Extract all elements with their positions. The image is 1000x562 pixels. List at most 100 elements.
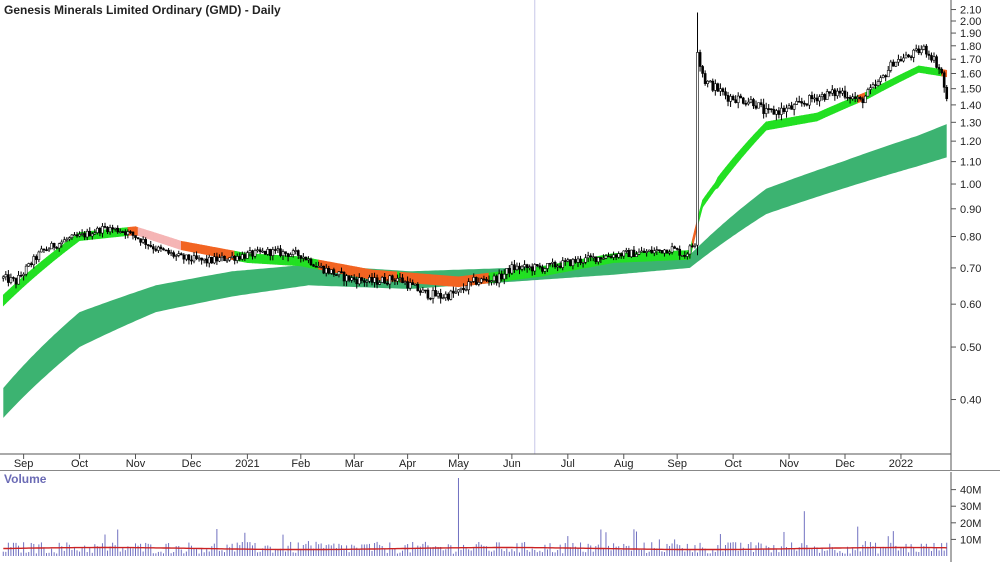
price-bar-body [1,276,5,279]
price-bar-body [528,266,531,269]
price-bar-body [190,259,193,262]
price-bar-body [563,260,567,262]
price-bar-body [347,275,351,281]
short-term-band-segment [257,253,261,264]
price-bar-body [240,254,244,260]
price-bar-body [436,292,440,297]
price-bar-body [357,277,361,285]
price-tick-label: 1.10 [960,157,981,169]
price-bar-body [263,250,267,255]
short-term-band-segment [28,269,32,283]
price-bar-body [752,99,755,107]
price-bar-body [614,254,618,258]
price-bar-body [909,56,913,58]
price-tick-label: 1.40 [960,100,981,112]
price-bar-body [541,266,544,272]
price-bar-body [500,273,504,280]
price-tick-label: 0.90 [960,204,981,216]
price-bar-body [50,243,53,250]
price-bar-body [686,253,689,257]
price-bar-body [136,237,140,240]
price-bar-body [207,256,211,264]
price-bar-body [617,253,620,258]
price-bar-body [243,254,247,259]
price-bar-body [683,255,687,257]
short-term-band-segment [844,99,848,109]
price-tick-label: 1.90 [960,28,981,40]
price-bar-body [843,90,847,98]
short-term-band-segment [918,65,922,74]
price-bar-body [373,277,376,283]
short-term-band-segment [915,65,920,75]
price-bar-body [230,255,234,258]
price-bar-body [846,96,849,99]
price-bar-body [88,230,92,237]
short-term-band-segment [882,81,886,91]
price-bar-body [815,97,819,102]
price-bar-body [251,250,254,257]
time-tick-label: Oct [725,458,742,470]
price-bar-body [271,249,275,256]
price-bar-body [584,257,587,263]
price-bar-body [151,246,155,250]
price-bar-body [660,250,664,254]
price-bar-body [134,235,137,238]
price-bar-body [256,249,259,252]
price-bar-body [879,77,882,82]
price-bar-body [322,265,326,274]
price-bar-body [220,255,224,258]
price-bar-body [202,258,206,261]
price-bar-body [121,231,125,233]
short-term-band-segment [183,241,187,252]
price-bar-body [365,280,369,283]
time-tick-label: Sep [14,458,34,470]
price-bar-body [19,275,23,277]
price-bar-body [210,256,214,264]
price-bar-body [268,248,272,256]
price-bar-body [391,275,394,281]
short-term-band-segment [135,226,139,236]
price-bar-body [619,253,623,257]
price-tick-label: 0.50 [960,342,981,354]
price-bar-body [312,264,315,267]
price-bar-body [474,277,478,285]
price-bar-body [818,96,821,102]
short-term-band-segment [788,117,792,127]
price-bar-body [782,107,786,112]
price-bar-body [495,275,498,284]
price-bar-body [741,97,745,104]
price-bar-body [434,290,437,297]
price-bar-body [370,277,374,283]
price-tick-label: 0.40 [960,395,981,407]
short-term-band-segment [770,120,775,130]
price-bar-body [129,231,132,233]
price-bar-body [459,287,463,291]
price-bar-body [820,94,824,98]
price-bar-body [218,257,221,262]
price-bar-body [355,279,359,285]
short-term-band-segment [829,105,833,116]
price-bar-body [490,280,493,283]
price-bar-body [327,267,331,274]
price-bar-body [90,233,94,237]
price-bar-body [52,243,56,248]
short-term-band-segment [814,112,818,122]
price-bar-body [167,249,170,254]
short-term-band-segment [46,254,50,268]
price-bar-body [719,88,722,92]
price-bar-body [40,248,43,253]
price-bar-body [645,251,648,253]
short-term-band-segment [931,67,935,76]
price-tick-label: 1.60 [960,68,981,80]
price-bar-body [574,259,577,263]
price-bar-body [874,84,877,86]
short-term-band-segment [170,237,174,248]
price-bar-body [836,90,839,97]
volume-tick-label: 40M [960,485,981,497]
short-term-band-segment [905,70,909,80]
chart-canvas: 0.40 0.50 0.60 0.70 0.80 0.90 1.00 1.10 1.20 1.30… [0,0,1000,562]
price-bar-body [317,266,320,268]
short-term-band-segment [773,119,777,130]
price-bar-body [118,231,122,233]
short-term-band-segment [348,265,352,276]
